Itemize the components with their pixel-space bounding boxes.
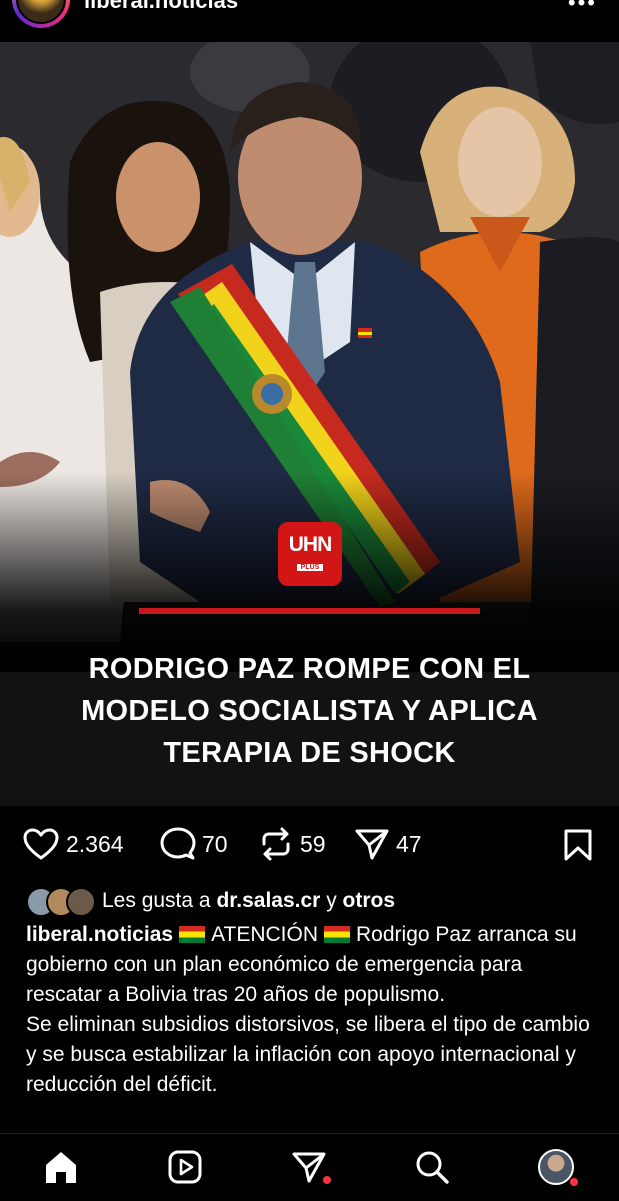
logo-subtext: PLUS xyxy=(296,564,324,571)
bolivia-flag-icon xyxy=(324,926,351,943)
author-username[interactable]: liberal.noticias xyxy=(84,0,238,14)
post-caption: liberal.noticias ATENCIÓN Rodrigo Paz arra… xyxy=(26,920,598,1100)
send-icon xyxy=(292,1152,326,1183)
repost-icon xyxy=(262,827,290,861)
caption-username[interactable]: liberal.noticias xyxy=(26,923,173,946)
nav-messages[interactable] xyxy=(285,1146,333,1188)
post-headline: RODRIGO PAZ ROMPE CON EL MODELO SOCIALIS… xyxy=(81,653,538,769)
nav-search[interactable] xyxy=(408,1146,456,1188)
post-image[interactable]: UHN PLUS RODRIGO PAZ ROMPE CON EL MODELO… xyxy=(0,42,619,806)
caption-text-2: Se eliminan subsidios distorsivos, se li… xyxy=(26,1013,590,1096)
send-icon xyxy=(355,829,389,860)
bolivia-flag-icon xyxy=(179,926,206,943)
reels-icon xyxy=(168,1150,202,1184)
share-action[interactable]: 47 xyxy=(354,826,422,862)
liker-username[interactable]: dr.salas.cr xyxy=(216,889,320,913)
nav-reels[interactable] xyxy=(161,1146,209,1188)
more-options-icon[interactable]: ••• xyxy=(568,0,597,16)
divider-red-line xyxy=(139,608,480,614)
logo-text: UHN xyxy=(288,533,333,556)
bookmark-icon[interactable] xyxy=(563,828,593,862)
comment-action[interactable]: 70 xyxy=(160,826,228,862)
liker-others[interactable]: otros xyxy=(343,889,396,913)
liker-avatar xyxy=(66,887,96,917)
post-header: liberal.noticias ••• xyxy=(0,0,619,42)
uhn-logo: UHN PLUS xyxy=(278,522,342,586)
author-avatar[interactable] xyxy=(12,0,70,28)
profile-avatar xyxy=(538,1149,574,1185)
likes-summary[interactable]: Les gusta a dr.salas.cr y otros xyxy=(26,886,606,917)
post-actions: 2.364 70 59 47 xyxy=(0,818,619,870)
repost-action[interactable]: 59 xyxy=(258,826,326,862)
caption-paragraph: liberal.noticias ATENCIÓN Rodrigo Paz arra… xyxy=(26,920,598,1010)
nav-home[interactable] xyxy=(37,1146,85,1188)
search-icon xyxy=(416,1151,449,1184)
home-icon xyxy=(46,1152,76,1183)
comment-icon xyxy=(160,827,196,860)
nav-profile[interactable] xyxy=(532,1146,580,1188)
likes-connector: y xyxy=(326,889,337,912)
reposts-count: 59 xyxy=(300,830,326,857)
like-action[interactable]: 2.364 xyxy=(22,826,124,862)
bottom-navigation xyxy=(0,1133,619,1201)
shares-count: 47 xyxy=(396,830,422,857)
liker-avatars xyxy=(26,887,98,917)
comments-count: 70 xyxy=(202,830,228,857)
caption-attention: ATENCIÓN xyxy=(211,923,319,946)
notification-dot xyxy=(323,1176,331,1184)
likes-count: 2.364 xyxy=(66,830,124,857)
likes-prefix: Les gusta a xyxy=(102,889,211,912)
notification-dot xyxy=(570,1178,578,1186)
heart-icon xyxy=(23,828,59,860)
